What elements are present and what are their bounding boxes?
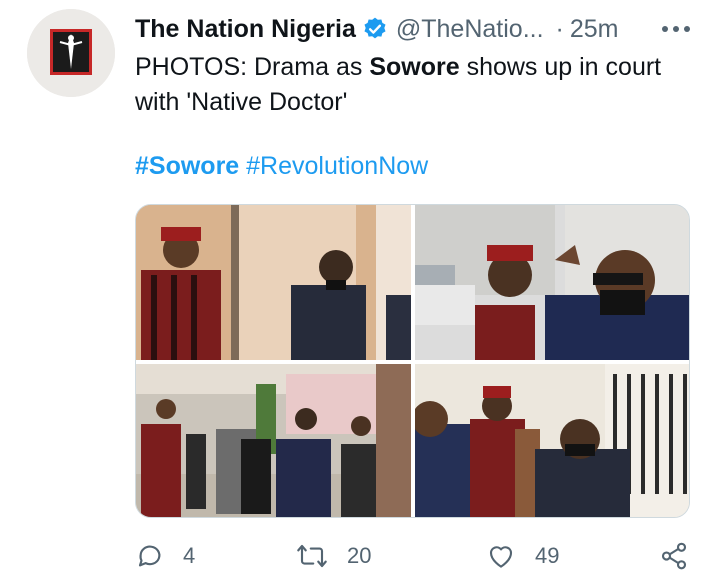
tweet-header: The Nation Nigeria @TheNatio... · 25m	[135, 12, 695, 46]
reply-icon	[138, 545, 161, 567]
reply-button[interactable]: 4	[135, 536, 195, 576]
like-count: 49	[535, 543, 560, 568]
retweet-count: 20	[347, 543, 372, 568]
photo-3[interactable]	[136, 364, 411, 517]
tweet-text-prefix: PHOTOS: Drama as	[135, 53, 370, 81]
tweet-text: PHOTOS: Drama as Sowore shows up in cour…	[135, 50, 695, 120]
user-handle[interactable]: @TheNatio...	[396, 15, 544, 44]
separator-dot: ·	[555, 14, 564, 43]
tweet-text-bold: Sowore	[369, 53, 460, 81]
photo-2[interactable]	[415, 205, 689, 360]
share-icon	[661, 542, 687, 570]
more-dots-icon	[662, 26, 690, 32]
retweet-button[interactable]: 20	[295, 536, 371, 576]
hashtag-link[interactable]: #RevolutionNow	[246, 152, 428, 180]
timestamp[interactable]: 25m	[570, 15, 619, 44]
more-options-button[interactable]	[658, 15, 694, 43]
photo-4[interactable]	[415, 364, 689, 517]
avatar[interactable]	[27, 9, 115, 97]
reply-count: 4	[183, 543, 196, 568]
share-button[interactable]	[659, 536, 689, 576]
display-name[interactable]: The Nation Nigeria	[135, 15, 356, 44]
heart-icon	[489, 546, 513, 568]
verified-badge-icon	[362, 16, 388, 42]
tweet-actions: 4 20 49	[135, 536, 695, 576]
hashtag-link[interactable]: #Sowore	[135, 152, 239, 180]
photo-1[interactable]	[136, 205, 411, 360]
retweet-icon	[297, 544, 327, 568]
nation-logo-icon	[27, 9, 115, 97]
media-grid	[135, 204, 690, 518]
hashtag-line: #Sowore #RevolutionNow	[135, 149, 428, 183]
like-button[interactable]: 49	[485, 536, 559, 576]
